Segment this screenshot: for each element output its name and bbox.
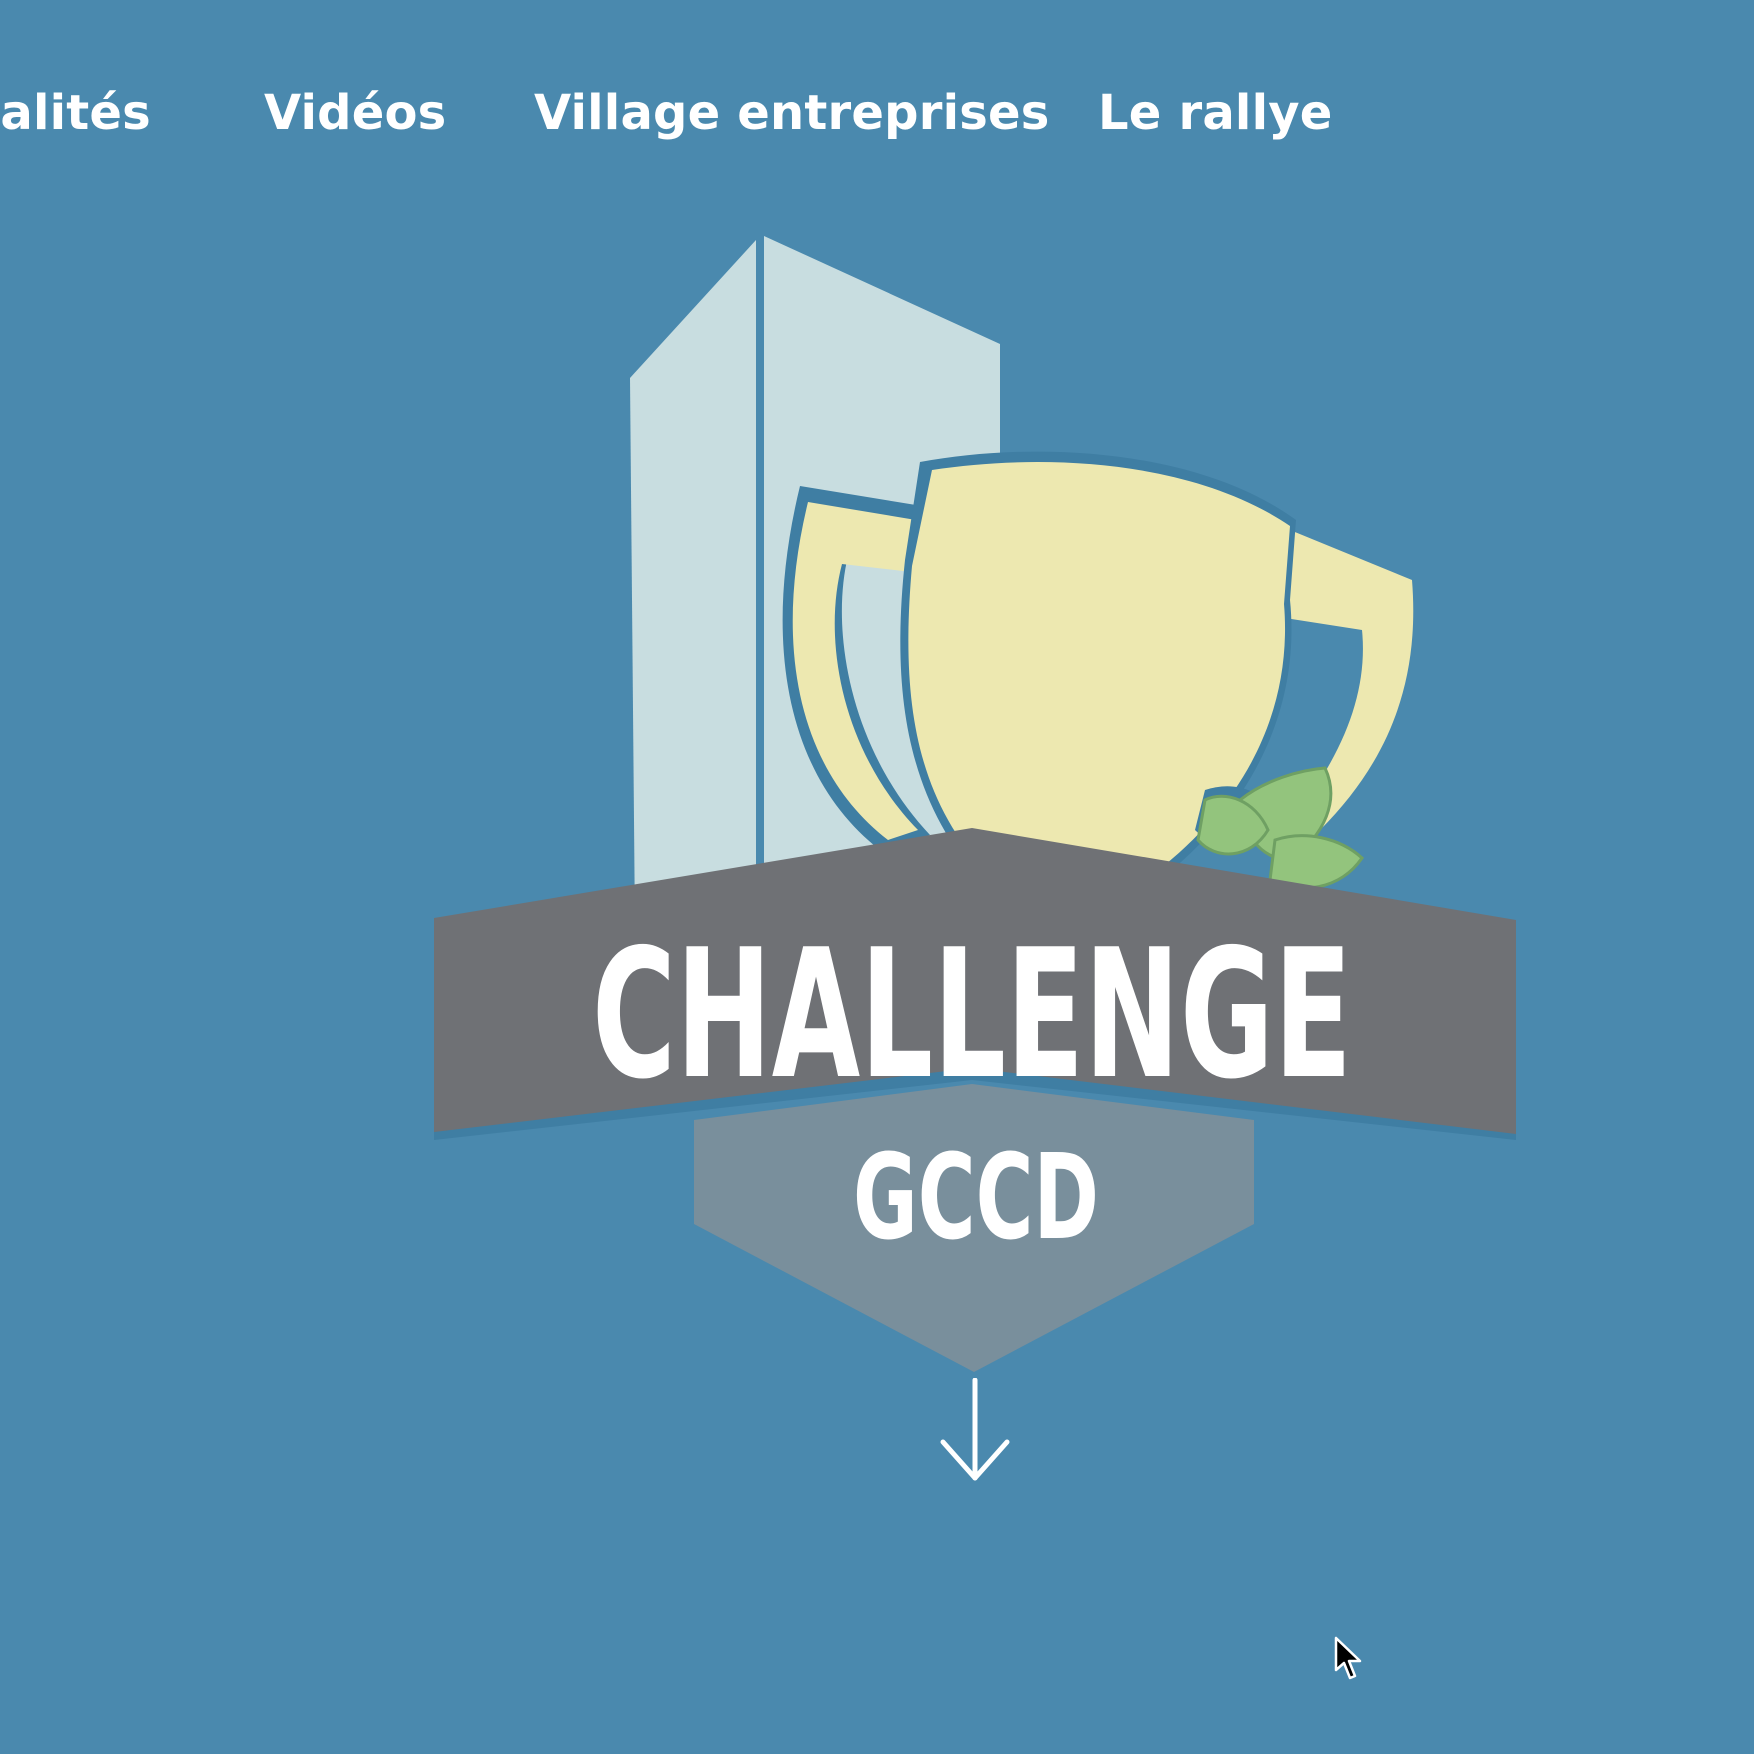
- hero-page: ualités Vidéos Village entreprises Le ra…: [0, 0, 1754, 1754]
- arrow-down-icon[interactable]: [939, 1378, 1011, 1484]
- logo-subtitle: GCCD: [853, 1128, 1099, 1266]
- challenge-gccd-logo: CHALLENGE GCCD: [434, 236, 1516, 1372]
- mouse-pointer-icon: [1334, 1636, 1362, 1680]
- logo-title: CHALLENGE: [592, 911, 1352, 1118]
